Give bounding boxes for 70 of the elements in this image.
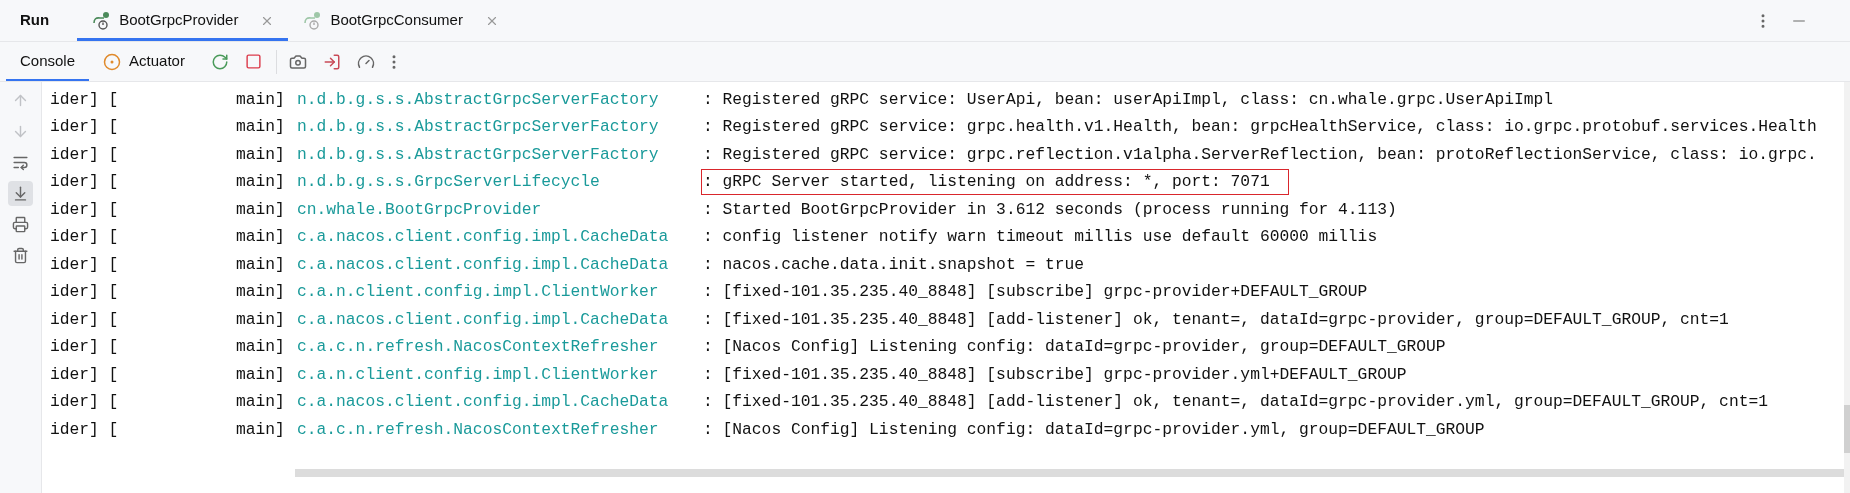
log-logger: c.a.nacos.client.config.impl.CacheData xyxy=(297,253,670,276)
log-thread-prefix: ider] [ xyxy=(50,391,120,414)
log-message: : [fixed-101.35.235.40_8848] [subscribe] grpc-provider.yml+DEFAULT_GROUP xyxy=(702,363,1408,386)
app-run-icon xyxy=(302,10,323,31)
scroll-to-end-toggle[interactable] xyxy=(8,181,33,206)
login-icon[interactable] xyxy=(322,52,341,71)
log-message: : config listener notify warn timeout millis use default 60000 millis xyxy=(702,226,1379,249)
log-logger: c.a.nacos.client.config.impl.CacheData xyxy=(297,391,670,414)
log-logger: c.a.nacos.client.config.impl.CacheData xyxy=(297,226,670,249)
log-logger: c.a.nacos.client.config.impl.CacheData xyxy=(297,308,670,331)
log-logger: n.d.b.g.s.s.AbstractGrpcServerFactory xyxy=(297,143,660,166)
log-thread: main] xyxy=(236,198,286,221)
log-thread: main] xyxy=(236,116,286,139)
log-message: : nacos.cache.data.init.snapshot = true xyxy=(702,253,1086,276)
log-thread-prefix: ider] [ xyxy=(50,418,120,441)
log-logger: n.d.b.g.s.s.AbstractGrpcServerFactory xyxy=(297,116,660,139)
highlighted-log-message: : gRPC Server started, listening on address: *, port: 7071 xyxy=(701,169,1289,196)
log-thread-prefix: ider] [ xyxy=(50,116,120,139)
log-logger: n.d.b.g.s.s.GrpcServerLifecycle xyxy=(297,171,601,194)
log-thread-prefix: ider] [ xyxy=(50,88,120,111)
log-logger: c.a.c.n.refresh.NacosContextRefresher xyxy=(297,418,660,441)
log-thread: main] xyxy=(236,363,286,386)
log-thread-prefix: ider] [ xyxy=(50,198,120,221)
log-thread-prefix: ider] [ xyxy=(50,363,120,386)
log-thread-prefix: ider] [ xyxy=(50,308,120,331)
log-thread: main] xyxy=(236,253,286,276)
soft-wrap-icon[interactable] xyxy=(12,154,29,171)
app-run-icon xyxy=(91,10,112,31)
log-thread-prefix: ider] [ xyxy=(50,281,120,304)
log-message: : [fixed-101.35.235.40_8848] [subscribe] grpc-provider+DEFAULT_GROUP xyxy=(702,281,1369,304)
console-tab[interactable]: Actuator xyxy=(89,42,199,81)
actuator-icon xyxy=(103,52,122,71)
log-thread-prefix: ider] [ xyxy=(50,226,120,249)
log-message: : [Nacos Config] Listening config: dataId=grpc-provider.yml, group=DEFAULT_GROUP xyxy=(702,418,1486,441)
log-thread: main] xyxy=(236,143,286,166)
run-tab[interactable]: BootGrpcConsumer xyxy=(288,0,513,41)
horizontal-scrollbar[interactable] xyxy=(295,469,1844,477)
log-message: : Registered gRPC service: grpc.reflection.v1alpha.ServerReflection, bean: protoReflectionService, class: io.grpc. xyxy=(702,143,1818,166)
log-thread-prefix: ider] [ xyxy=(50,143,120,166)
log-message: : Started BootGrpcProvider in 3.612 seconds (process running for 4.113) xyxy=(702,198,1398,221)
panel-title: Run xyxy=(20,10,50,31)
print-icon[interactable] xyxy=(12,216,29,233)
log-thread: main] xyxy=(236,308,286,331)
log-logger: cn.whale.BootGrpcProvider xyxy=(297,198,543,221)
camera-icon[interactable] xyxy=(288,52,307,71)
log-thread: main] xyxy=(236,88,286,111)
log-thread: main] xyxy=(236,336,286,359)
vertical-scrollbar[interactable] xyxy=(1844,82,1850,493)
log-thread: main] xyxy=(236,226,286,249)
log-logger: c.a.c.n.refresh.NacosContextRefresher xyxy=(297,336,660,359)
log-message: : Registered gRPC service: grpc.health.v1.Health, bean: grpcHealthService, class: io.grpc.protobuf.services.Health xyxy=(702,116,1818,139)
stop-icon[interactable] xyxy=(244,53,262,70)
gauge-icon[interactable] xyxy=(356,52,375,71)
log-message: : [Nacos Config] Listening config: dataId=grpc-provider, group=DEFAULT_GROUP xyxy=(702,336,1447,359)
log-thread: main] xyxy=(236,171,286,194)
log-logger: c.a.n.client.config.impl.ClientWorker xyxy=(297,363,660,386)
log-thread: main] xyxy=(236,418,286,441)
log-message: : [fixed-101.35.235.40_8848] [add-listener] ok, tenant=, dataId=grpc-provider.yml, group=DEFAULT_GROUP, cnt=1 xyxy=(702,391,1769,414)
log-message: : [fixed-101.35.235.40_8848] [add-listener] ok, tenant=, dataId=grpc-provider, group=DEFAULT_GROUP, cnt=1 xyxy=(702,308,1730,331)
log-thread: main] xyxy=(236,281,286,304)
log-thread-prefix: ider] [ xyxy=(50,171,120,194)
log-logger: n.d.b.g.s.s.AbstractGrpcServerFactory xyxy=(297,88,660,111)
scroll-to-end-icon xyxy=(12,185,29,202)
log-logger: c.a.n.client.config.impl.ClientWorker xyxy=(297,281,660,304)
log-thread: main] xyxy=(236,391,286,414)
log-thread-prefix: ider] [ xyxy=(50,253,120,276)
log-thread-prefix: ider] [ xyxy=(50,336,120,359)
trash-icon[interactable] xyxy=(12,247,29,264)
rerun-icon[interactable] xyxy=(210,52,229,71)
log-message: : Registered gRPC service: UserApi, bean: userApiImpl, class: cn.whale.grpc.UserApiImpl xyxy=(702,88,1555,111)
